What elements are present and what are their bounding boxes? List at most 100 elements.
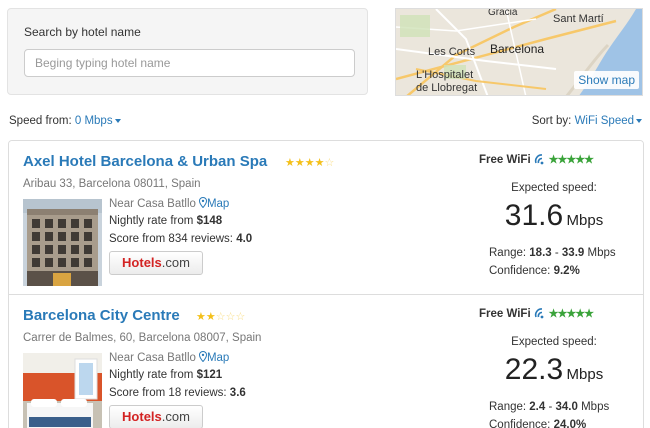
speed-filter: Speed from: 0 Mbps — [9, 115, 121, 127]
map-label-llobregat: de Llobregat — [416, 82, 478, 94]
star-empty-icon: ☆ — [235, 311, 246, 323]
speed-confidence: Confidence: 9.2% — [489, 265, 580, 277]
range-high: 33.9 — [561, 247, 585, 259]
confidence-label: Confidence: — [489, 419, 554, 428]
hotel-name-link[interactable]: Barcelona City Centre — [23, 307, 180, 324]
range-unit: Mbps — [584, 247, 616, 259]
star-filled-icon: ★ — [294, 157, 305, 169]
hotel-star-rating: ★★☆☆☆ — [196, 310, 245, 323]
hotel-name-link[interactable]: Axel Hotel Barcelona & Urban Spa — [23, 153, 267, 170]
star-filled-icon: ★ — [314, 157, 325, 169]
range-high: 34.0 — [555, 401, 578, 413]
wifi-star-icon: ★ — [575, 154, 585, 166]
map-label-hospitalet: L'Hospitalet — [416, 69, 474, 81]
caret-down-icon — [114, 118, 121, 123]
confidence-label: Confidence: — [489, 265, 554, 277]
wifi-info: Free WiFi ★★★★★ Expected speed: 31.6 Mbps… — [479, 141, 629, 295]
speed-unit: Mbps — [566, 212, 604, 229]
hotel-photo[interactable] — [23, 199, 102, 286]
map-label-sant-marti: Sant Martí — [553, 13, 604, 25]
free-wifi-badge: Free WiFi ★★★★★ — [479, 307, 594, 320]
search-panel: Search by hotel name — [7, 8, 368, 95]
wifi-star-icon: ★ — [548, 154, 559, 166]
range-label: Range: — [489, 247, 530, 259]
free-wifi-label: Free WiFi — [479, 154, 531, 166]
search-label: Search by hotel name — [24, 25, 141, 39]
rate-value: $121 — [196, 369, 223, 381]
show-map-button[interactable]: Show map — [574, 71, 639, 89]
wifi-star-icon: ★ — [548, 308, 559, 320]
rate-label: Nightly rate from — [109, 369, 197, 381]
nearby-landmark: Near Casa Batllo Map — [109, 351, 229, 364]
speed-unit: Mbps — [566, 366, 604, 383]
hotels-com-book-button[interactable]: Hotels.com — [109, 251, 203, 275]
free-wifi-label: Free WiFi — [479, 308, 531, 320]
wifi-rating-stars: ★★★★★ — [548, 308, 594, 320]
score-value: 4.0 — [236, 233, 253, 245]
map-label-les-corts: Les Corts — [428, 46, 476, 58]
nightly-rate: Nightly rate from $121 — [109, 369, 222, 381]
confidence-value: 9.2% — [553, 265, 580, 277]
star-empty-icon: ☆ — [225, 311, 236, 323]
hotel-search-input[interactable] — [24, 49, 355, 77]
wifi-star-icon: ★ — [584, 154, 594, 166]
brand-part-a: Hotels — [122, 409, 162, 424]
hotel-card: Barcelona City Centre ★★☆☆☆ Carrer de Ba… — [9, 295, 643, 428]
hotel-results-list: Axel Hotel Barcelona & Urban Spa ★★★★☆ A… — [8, 140, 644, 428]
range-separator: - — [551, 247, 562, 259]
review-score: Score from 18 reviews: 3.6 — [109, 387, 246, 399]
score-value: 3.6 — [229, 387, 246, 399]
hotel-map-link[interactable]: Map — [196, 197, 230, 210]
speed-confidence: Confidence: 24.0% — [489, 419, 586, 428]
range-unit: Mbps — [577, 401, 610, 413]
expected-speed: 31.6 Mbps — [479, 199, 629, 233]
speed-value: 31.6 — [504, 199, 564, 232]
sort-by-value: WiFi Speed — [574, 115, 634, 127]
map-link-text: Map — [206, 198, 230, 210]
map-label-barcelona: Barcelona — [490, 42, 545, 56]
confidence-value: 24.0% — [553, 419, 587, 428]
range-label: Range: — [489, 401, 530, 413]
brand-part-a: Hotels — [122, 255, 162, 270]
map-link-text: Map — [206, 352, 230, 364]
rate-label: Nightly rate from — [109, 215, 197, 227]
score-label: Score from 18 reviews: — [109, 387, 230, 399]
wifi-star-icon: ★ — [566, 154, 576, 166]
star-filled-icon: ★ — [285, 157, 295, 169]
expected-speed: 22.3 Mbps — [479, 353, 629, 387]
map-preview[interactable]: Gràcia Sant Martí Barcelona Les Corts L'… — [395, 8, 643, 96]
near-text: Near Casa Batllo — [109, 198, 196, 210]
free-wifi-badge: Free WiFi ★★★★★ — [479, 153, 594, 166]
sort-by-dropdown[interactable]: WiFi Speed — [575, 115, 642, 127]
star-empty-icon: ☆ — [215, 311, 226, 323]
expected-speed-label: Expected speed: — [511, 336, 597, 348]
star-empty-icon: ☆ — [324, 157, 335, 169]
map-pin-icon — [198, 197, 207, 208]
range-separator: - — [545, 401, 556, 413]
map-label-gracia: Gràcia — [488, 8, 518, 18]
range-low: 18.3 — [529, 247, 552, 259]
hotel-address: Aribau 33, Barcelona 08011, Spain — [23, 178, 201, 190]
star-filled-icon: ★ — [196, 311, 206, 323]
hotel-map-link[interactable]: Map — [196, 351, 230, 364]
filter-bar: Speed from: 0 Mbps Sort by: WiFi Speed — [9, 115, 642, 131]
review-score: Score from 834 reviews: 4.0 — [109, 233, 252, 245]
wifi-star-icon: ★ — [575, 308, 585, 320]
brand-part-b: .com — [161, 255, 190, 270]
speed-from-dropdown[interactable]: 0 Mbps — [75, 115, 121, 127]
nightly-rate: Nightly rate from $148 — [109, 215, 222, 227]
expected-speed-label: Expected speed: — [511, 182, 597, 194]
hotel-photo[interactable] — [23, 353, 102, 428]
hotel-address: Carrer de Balmes, 60, Barcelona 08007, S… — [23, 332, 262, 344]
nearby-landmark: Near Casa Batllo Map — [109, 197, 229, 210]
range-low: 2.4 — [529, 401, 546, 413]
hotels-com-book-button[interactable]: Hotels.com — [109, 405, 203, 428]
star-filled-icon: ★ — [205, 311, 216, 323]
sort-control: Sort by: WiFi Speed — [532, 115, 642, 127]
star-filled-icon: ★ — [304, 157, 315, 169]
wifi-star-icon: ★ — [566, 308, 576, 320]
wifi-star-icon: ★ — [584, 308, 594, 320]
hotel-card: Axel Hotel Barcelona & Urban Spa ★★★★☆ A… — [9, 141, 643, 295]
speed-from-label: Speed from: — [9, 115, 72, 127]
speed-value: 22.3 — [504, 353, 564, 386]
